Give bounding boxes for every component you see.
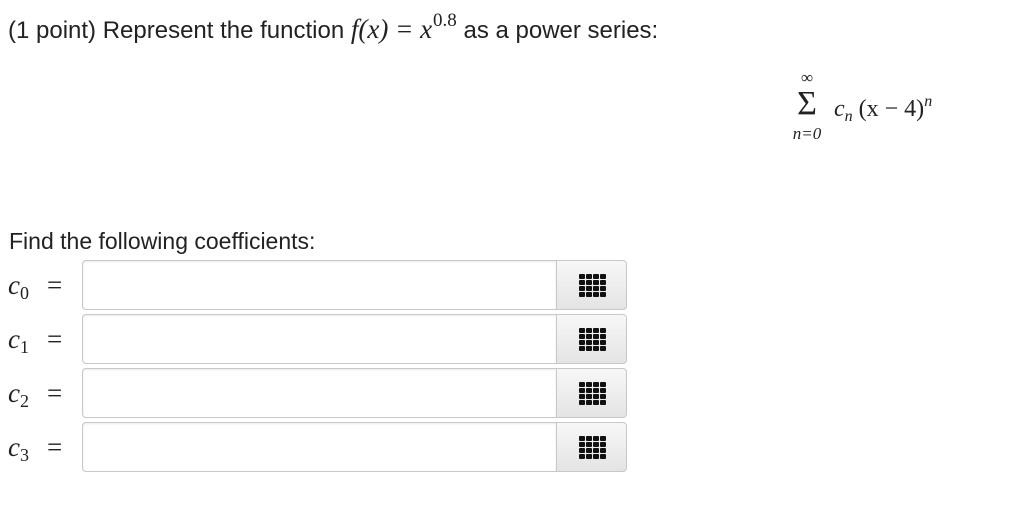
equation-grid-icon — [579, 382, 606, 406]
equals-sign: = — [46, 324, 63, 354]
equation-grid-icon — [579, 274, 606, 298]
problem-suffix: as a power series: — [456, 17, 659, 44]
function-expression: f(x) = x0.8 — [350, 10, 457, 44]
coefficient-index: 0 — [19, 283, 29, 303]
coefficient-row-c2: c2 = — [8, 368, 630, 420]
problem-container: (1 point) Represent the function f(x) = … — [0, 0, 1024, 527]
summation-upper-limit: ∞ — [800, 68, 814, 87]
equals-sign: = — [46, 378, 63, 408]
instructions-text: Find the following coefficients: — [9, 228, 316, 254]
problem-prefix: (1 point) Represent the function — [8, 17, 351, 44]
coefficient-index: 3 — [19, 445, 29, 465]
coefficient-label: c2 = — [8, 378, 62, 411]
equation-grid-icon — [579, 328, 606, 352]
coefficient-index: 1 — [19, 337, 29, 357]
coefficient-index: 2 — [19, 391, 29, 411]
problem-statement: (1 point) Represent the function f(x) = … — [8, 10, 659, 50]
c1-answer-input[interactable] — [82, 314, 556, 364]
coefficient-row-c0: c0 = — [8, 260, 630, 312]
c2-equation-editor-button[interactable] — [556, 368, 627, 418]
series-term: cn (x − 4)n — [834, 93, 933, 127]
coefficient-letter: c — [8, 270, 20, 300]
equals-sign: = — [46, 432, 63, 462]
coefficient-label: c3 = — [8, 432, 62, 465]
coefficient-row-c1: c1 = — [8, 314, 630, 366]
summation: ∞ Σ n=0 — [784, 68, 830, 144]
coefficient-label: c0 = — [8, 270, 62, 303]
coefficient-letter: c — [8, 324, 20, 354]
coefficient-letter: c — [8, 432, 20, 462]
summation-lower-limit: n=0 — [792, 124, 822, 143]
power-series-formula: ∞ Σ n=0 cn (x − 4)n — [784, 68, 1004, 170]
c3-answer-input[interactable] — [82, 422, 556, 472]
series-exponent: n — [924, 93, 933, 110]
function-exponent: 0.8 — [433, 10, 457, 31]
coefficient-letter: c — [8, 378, 20, 408]
c3-equation-editor-button[interactable] — [556, 422, 627, 472]
series-coefficient-subscript: n — [844, 108, 853, 125]
equation-grid-icon — [579, 436, 606, 460]
series-base: (x − 4) — [858, 96, 925, 122]
c0-answer-input[interactable] — [82, 260, 556, 310]
function-lhs: f(x) = x — [350, 14, 433, 44]
c0-equation-editor-button[interactable] — [556, 260, 627, 310]
sigma-symbol: Σ — [797, 85, 817, 122]
coefficient-label: c1 = — [8, 324, 62, 357]
series-coefficient: c — [834, 96, 845, 122]
c2-answer-input[interactable] — [82, 368, 556, 418]
c1-equation-editor-button[interactable] — [556, 314, 627, 364]
equals-sign: = — [46, 270, 63, 300]
coefficient-row-c3: c3 = — [8, 422, 630, 474]
